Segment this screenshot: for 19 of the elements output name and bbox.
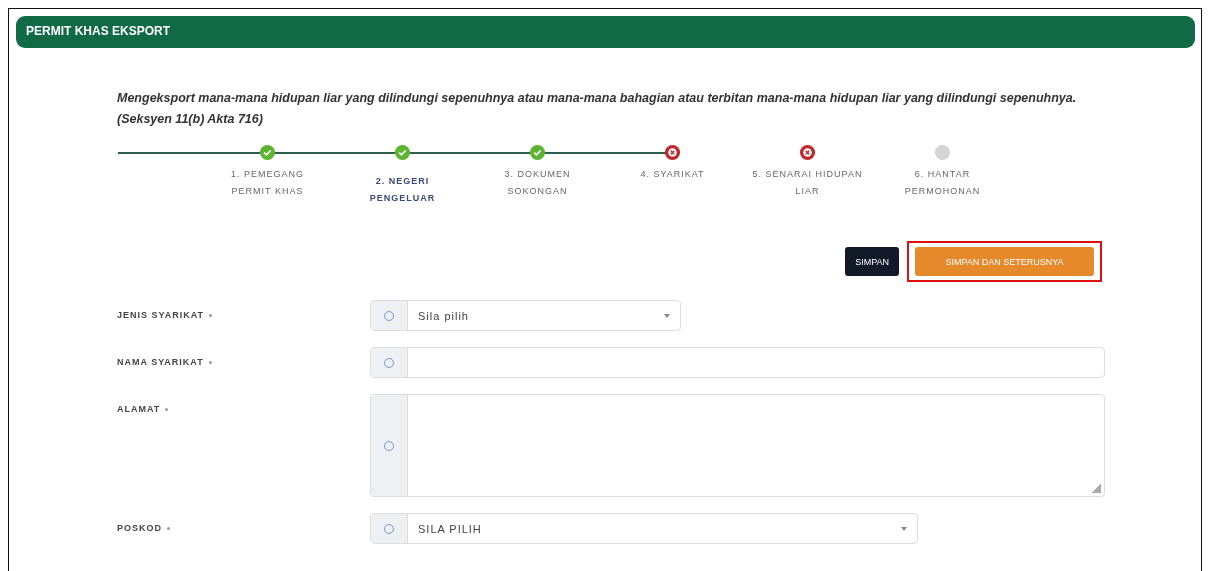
caret-icon [901, 526, 907, 531]
step-label[interactable]: 5. SENARAI HIDUPAN LIAR [752, 166, 863, 200]
field-label: JENIS SYARIKAT [117, 310, 205, 320]
step-label[interactable]: 4. SYARIKAT [617, 166, 728, 183]
field-label: POSKOD [117, 523, 162, 533]
caret-icon [664, 313, 670, 318]
step-label[interactable]: 2. NEGERI PENGELUAR [347, 173, 458, 207]
panel-header: PERMIT KHAS EKSPORT [16, 16, 1195, 48]
textarea-field[interactable] [370, 394, 1105, 497]
save-button[interactable]: SIMPAN [845, 247, 899, 276]
step-label[interactable]: 6. HANTAR PERMOHONAN [887, 166, 998, 200]
field-label: NAMA SYARIKAT [117, 357, 204, 367]
field-label: ALAMAT [117, 404, 161, 414]
description-text: Mengeksport mana-mana hidupan liar yang dilindungi sepenuhnya atau mana-mana bahagian atau terbitan mana-mana hidupan liar yang dilindungi sepenuhnya. (Seksyen 11(b) Akta 716) [117, 90, 1078, 128]
step-label[interactable]: 1. PEMEGANG PERMIT KHAS [212, 166, 323, 200]
step-label[interactable]: 3. DOKUMEN SOKONGAN [482, 166, 593, 200]
input-field[interactable] [370, 347, 1105, 378]
select-field[interactable]: SILA PILIH [370, 513, 918, 544]
select-field[interactable]: Sila pilih [370, 300, 681, 331]
